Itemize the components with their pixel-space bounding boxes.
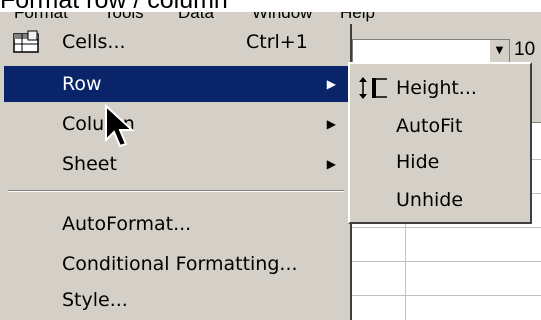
menubar-item-help[interactable]: Help <box>340 12 375 23</box>
caption-title: Format row / column <box>0 0 228 14</box>
row-height-icon <box>359 77 387 99</box>
menu-item-column[interactable]: Column ▶ <box>4 106 348 142</box>
menu-separator <box>8 190 344 192</box>
grid-line <box>352 295 541 296</box>
menu-item-cells[interactable]: Cells... Ctrl+1 <box>4 24 348 60</box>
menubar-item-format[interactable]: Format <box>14 12 68 23</box>
dropdown-arrow-icon[interactable]: ▼ <box>489 40 509 62</box>
menubar-item-data[interactable]: Data <box>178 12 214 23</box>
format-menu: Cells... Ctrl+1 Row ▶ Column ▶ Sheet ▶ A… <box>0 24 352 320</box>
menubar-item-window[interactable]: Window <box>252 12 312 23</box>
menubar-item-tools[interactable]: Tools <box>104 12 144 23</box>
menu-item-row[interactable]: Row ▶ <box>4 66 348 102</box>
grid-line <box>352 261 541 262</box>
menu-item-autoformat[interactable]: AutoFormat... <box>4 206 348 242</box>
row-submenu: Height... AutoFit Hide Unhide <box>348 62 532 224</box>
submenu-item-autofit[interactable]: AutoFit <box>350 108 530 144</box>
submenu-arrow-icon: ▶ <box>326 117 336 131</box>
submenu-arrow-icon: ▶ <box>326 157 336 171</box>
font-combo[interactable]: ▼ <box>352 39 510 63</box>
submenu-item-hide[interactable]: Hide <box>350 144 530 180</box>
grid-line <box>352 227 541 228</box>
submenu-item-height[interactable]: Height... <box>350 70 530 106</box>
font-size-value[interactable]: 10 <box>514 39 535 61</box>
submenu-item-unhide[interactable]: Unhide <box>350 182 530 218</box>
menu-bar: Format Tools Data Window Help <box>0 12 541 24</box>
menu-item-sheet[interactable]: Sheet ▶ <box>4 146 348 182</box>
submenu-arrow-icon: ▶ <box>326 77 336 91</box>
menu-item-style[interactable]: Style... <box>4 282 348 318</box>
mouse-pointer-icon <box>105 104 135 148</box>
menu-item-conditional-formatting[interactable]: Conditional Formatting... <box>4 246 348 282</box>
format-cells-icon <box>13 30 39 53</box>
